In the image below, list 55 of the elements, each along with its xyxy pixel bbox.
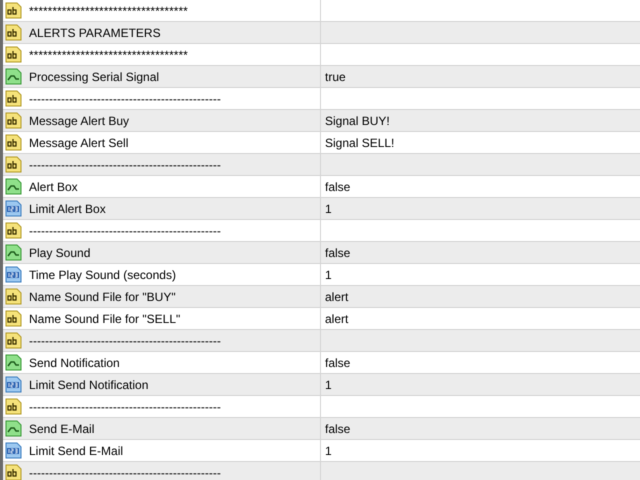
parameter-name: Limit Send E-Mail: [29, 442, 124, 460]
parameter-value[interactable]: true: [325, 68, 346, 86]
parameter-name: **********************************: [29, 2, 188, 20]
parameter-name: Limit Send Notification: [29, 376, 148, 394]
number-icon: [5, 376, 22, 393]
parameter-name: ------------------------------------------------: [29, 90, 221, 108]
parameter-value[interactable]: 1: [325, 200, 332, 218]
text-icon: [5, 90, 22, 107]
parameter-value[interactable]: Signal BUY!: [325, 112, 390, 130]
chart-line-icon: [5, 68, 22, 85]
text-icon: [5, 112, 22, 129]
text-icon: [5, 332, 22, 349]
parameter-value[interactable]: 1: [325, 266, 332, 284]
text-icon: [5, 2, 22, 19]
text-icon: [5, 310, 22, 327]
parameter-value[interactable]: false: [325, 178, 350, 196]
chart-line-icon: [5, 178, 22, 195]
text-icon: [5, 222, 22, 239]
text-icon: [5, 156, 22, 173]
number-icon: [5, 200, 22, 217]
text-icon: [5, 24, 22, 41]
parameter-name: Name Sound File for "SELL": [29, 310, 180, 328]
parameter-name: **********************************: [29, 46, 188, 64]
parameter-name: Time Play Sound (seconds): [29, 266, 176, 284]
parameter-name: Message Alert Buy: [29, 112, 130, 130]
parameter-name: Processing Serial Signal: [29, 68, 160, 86]
parameter-value[interactable]: alert: [325, 288, 348, 306]
parameter-name: Limit Alert Box: [29, 200, 106, 218]
chart-line-icon: [5, 244, 22, 261]
parameter-value[interactable]: false: [325, 244, 350, 262]
text-icon: [5, 134, 22, 151]
parameter-name: Name Sound File for "BUY": [29, 288, 176, 306]
text-icon: [5, 288, 22, 305]
parameter-name: ------------------------------------------------: [29, 222, 221, 240]
parameter-value[interactable]: 1: [325, 376, 332, 394]
chart-line-icon: [5, 354, 22, 371]
parameter-name: ------------------------------------------------: [29, 156, 221, 174]
parameter-name: Send Notification: [29, 354, 120, 372]
parameter-value[interactable]: 1: [325, 442, 332, 460]
text-icon: [5, 398, 22, 415]
parameter-value[interactable]: Signal SELL!: [325, 134, 394, 152]
parameter-name: Send E-Mail: [29, 420, 94, 438]
parameter-name: ------------------------------------------------: [29, 332, 221, 350]
parameter-value[interactable]: alert: [325, 310, 348, 328]
parameter-value[interactable]: false: [325, 420, 350, 438]
parameter-name: Message Alert Sell: [29, 134, 128, 152]
text-icon: [5, 464, 22, 480]
text-icon: [5, 46, 22, 63]
parameter-value[interactable]: false: [325, 354, 350, 372]
parameter-name: ------------------------------------------------: [29, 398, 221, 416]
parameter-name: Play Sound: [29, 244, 90, 262]
parameter-name: ------------------------------------------------: [29, 464, 221, 480]
parameter-name: Alert Box: [29, 178, 78, 196]
parameter-name: ALERTS PARAMETERS: [29, 24, 161, 42]
chart-line-icon: [5, 420, 22, 437]
